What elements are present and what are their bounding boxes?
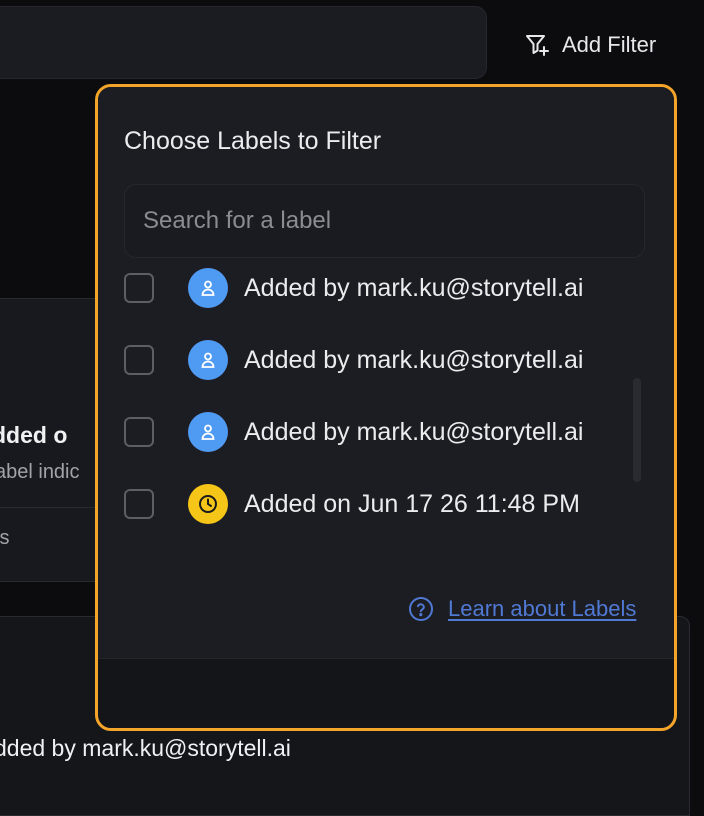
popover-panel: Choose Labels to Filter Added by mark.ku… — [98, 87, 674, 659]
label-option-text: Added by mark.ku@storytell.ai — [244, 417, 584, 446]
label-option[interactable]: Added by mark.ku@storytell.ai — [124, 412, 583, 452]
add-filter-button[interactable]: Add Filter — [524, 28, 656, 62]
background-card-title: dded o — [0, 422, 68, 448]
clock-icon — [188, 484, 228, 524]
background-card-meta: ts — [0, 527, 10, 549]
learn-about-labels-link[interactable]: Learn about Labels — [408, 596, 636, 622]
user-icon — [188, 340, 228, 380]
label-search-box[interactable] — [124, 184, 645, 258]
label-option-text: Added by mark.ku@storytell.ai — [244, 345, 584, 374]
popover-title: Choose Labels to Filter — [124, 127, 382, 155]
label-filter-popover: Choose Labels to Filter Added by mark.ku… — [95, 84, 677, 731]
label-option[interactable]: Added by mark.ku@storytell.ai — [124, 268, 583, 308]
label-checkbox[interactable] — [124, 417, 154, 447]
label-list[interactable]: Added by mark.ku@storytell.ai Added by m… — [98, 268, 658, 558]
label-checkbox[interactable] — [124, 345, 154, 375]
user-icon — [188, 268, 228, 308]
label-search-input[interactable] — [125, 185, 644, 257]
label-option-text: Added on Jun 17 26 11:48 PM — [244, 489, 580, 518]
top-search-bar[interactable] — [0, 6, 487, 79]
list-scrollbar[interactable] — [633, 378, 641, 482]
add-filter-label: Add Filter — [562, 32, 657, 57]
label-checkbox[interactable] — [124, 489, 154, 519]
label-option-text: Added by mark.ku@storytell.ai — [244, 273, 584, 302]
user-icon — [188, 412, 228, 452]
background-card-subtitle: abel indic — [0, 461, 80, 483]
list-horizontal-scrollbar[interactable] — [130, 728, 612, 731]
learn-about-labels-text: Learn about Labels — [448, 596, 637, 621]
filter-plus-icon — [524, 32, 550, 58]
label-option[interactable]: Added by mark.ku@storytell.ai — [124, 340, 583, 380]
background-bottom-label: dded by mark.ku@storytell.ai — [0, 735, 291, 761]
label-checkbox[interactable] — [124, 273, 154, 303]
label-option[interactable]: Added on Jun 17 26 11:48 PM — [124, 484, 580, 524]
card-divider — [0, 507, 109, 508]
help-circle-icon — [408, 596, 434, 622]
